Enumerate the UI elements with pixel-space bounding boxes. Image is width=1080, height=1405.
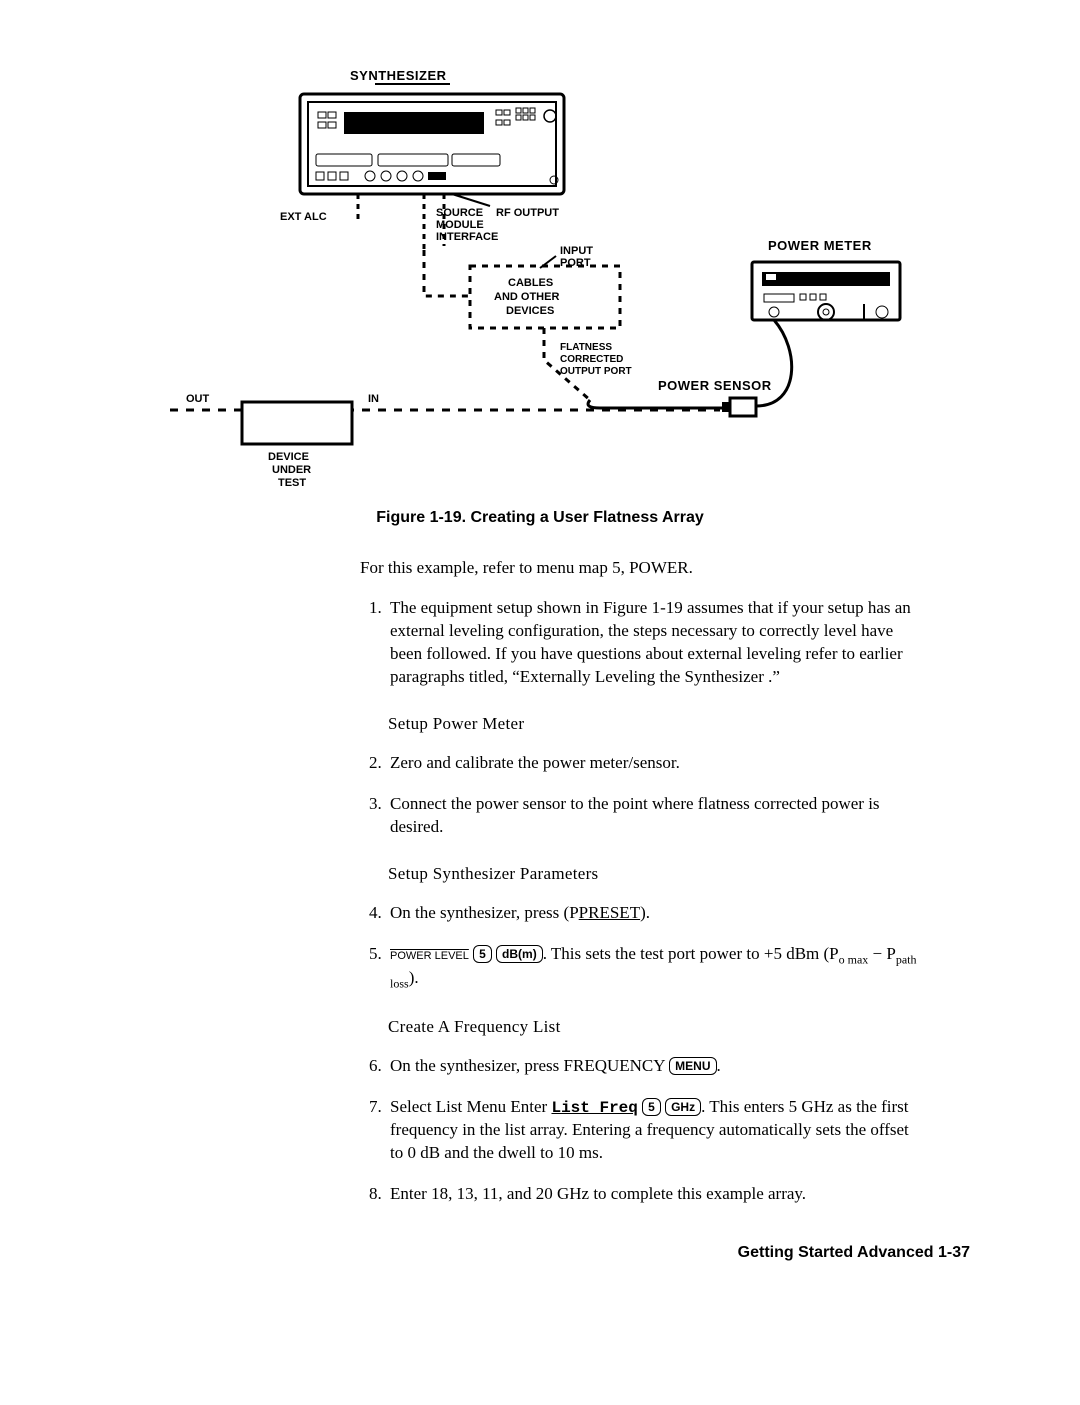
diagram-label: TEST	[278, 477, 306, 489]
text: ).	[640, 903, 650, 922]
diagram-label: EXT ALC	[280, 211, 327, 223]
step-5: POWER LEVEL 5 dB(m). This sets the test …	[386, 943, 920, 992]
diagram-label: FLATNESS	[560, 342, 612, 353]
key-ghz: GHz	[665, 1098, 701, 1116]
subhead-freq-list: Create A Frequency List	[388, 1016, 920, 1039]
diagram-label: INPUT	[560, 245, 593, 257]
step-7: Select List Menu Enter List Freq 5 GHz. …	[386, 1096, 920, 1165]
power-level-key: POWER LEVEL	[390, 950, 469, 962]
diagram-label: SYNTHESIZER	[350, 68, 447, 83]
diagram-label: IN	[368, 393, 379, 405]
intro-line: For this example, refer to menu map 5, P…	[360, 557, 920, 580]
diagram-label: AND OTHER	[494, 291, 559, 303]
diagram-label: DEVICE	[268, 451, 309, 463]
diagram-label: DEVICES	[506, 305, 554, 317]
step-1: The equipment setup shown in Figure 1-19…	[386, 597, 920, 689]
step-8: Enter 18, 13, 11, and 20 GHz to complete…	[386, 1183, 920, 1206]
text: − P	[868, 944, 896, 963]
text: .	[717, 1056, 721, 1075]
diagram-label: POWER METER	[768, 238, 872, 253]
step-4: On the synthesizer, press (PPRESET).	[386, 902, 920, 925]
diagram-label: PORT	[560, 257, 591, 269]
subhead-power-meter: Setup Power Meter	[388, 713, 920, 736]
diagram-label: INTERFACE	[436, 231, 498, 243]
step-3: Connect the power sensor to the point wh…	[386, 793, 920, 839]
diagram-label: MODULE	[436, 219, 484, 231]
text: Select List Menu Enter	[390, 1097, 551, 1116]
diagram-label: CORRECTED	[560, 354, 623, 365]
softkey-list-freq: List Freq	[551, 1099, 637, 1117]
key-menu: MENU	[669, 1057, 716, 1075]
diagram-label: OUTPUT PORT	[560, 366, 632, 377]
key-5: 5	[642, 1098, 661, 1116]
page-footer: Getting Started Advanced 1-37	[90, 1242, 970, 1264]
figure-caption: Figure 1-19. Creating a User Flatness Ar…	[90, 507, 990, 529]
diagram-label: POWER SENSOR	[658, 378, 772, 393]
diagram-label: CABLES	[508, 277, 553, 289]
key-5: 5	[473, 945, 492, 963]
diagram-label: OUT	[186, 393, 210, 405]
text: On the synthesizer, press FREQUENCY	[390, 1056, 669, 1075]
diagram-label: UNDER	[272, 464, 311, 476]
key-dbm: dB(m)	[496, 945, 543, 963]
subscript: o max	[839, 952, 869, 966]
text: . This sets the test port power to +5 dB…	[543, 944, 839, 963]
preset-key: PPRESET	[569, 903, 640, 922]
diagram-label: RF OUTPUT	[496, 207, 559, 219]
step-2: Zero and calibrate the power meter/senso…	[386, 752, 920, 775]
step-6: On the synthesizer, press FREQUENCY MENU…	[386, 1055, 920, 1078]
text: On the synthesizer, press (	[390, 903, 569, 922]
diagram-label: SOURCE	[436, 207, 483, 219]
subhead-synth-params: Setup Synthesizer Parameters	[388, 863, 920, 886]
setup-diagram: SYNTHESIZER EXT ALC SOURCE MODULE INTERF…	[160, 50, 920, 497]
text: ).	[409, 968, 419, 987]
body-text: For this example, refer to menu map 5, P…	[360, 557, 920, 1207]
